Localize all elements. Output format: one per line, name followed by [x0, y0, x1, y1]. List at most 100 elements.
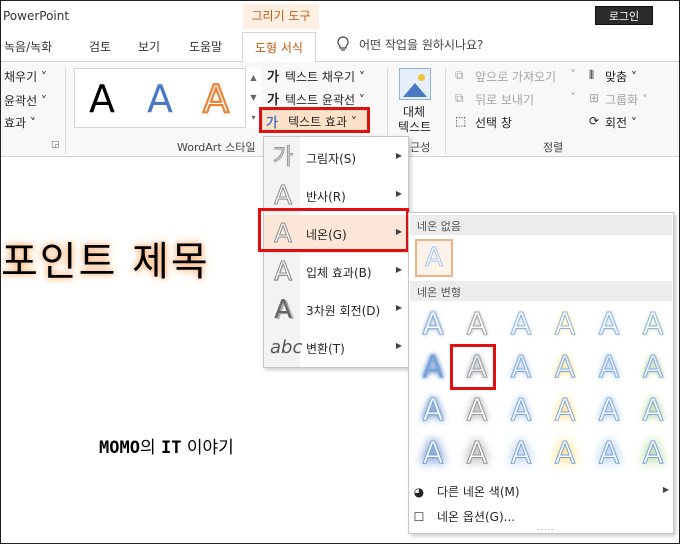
- gallery-up-icon[interactable]: ▲: [246, 68, 261, 88]
- text-fill-button[interactable]: 텍스트 채우기 ˅: [285, 68, 365, 85]
- chevron-down-icon: ˅: [570, 91, 576, 105]
- glow-variation-option[interactable]: A: [633, 436, 673, 472]
- glow-variation-option[interactable]: A: [457, 393, 497, 429]
- gallery-down-icon[interactable]: ▼: [246, 88, 261, 108]
- group-button[interactable]: 그룹화 ˅: [605, 91, 648, 108]
- glow-options-item[interactable]: ☐ 네온 옵션(G)...: [411, 508, 515, 525]
- subtitle-momo: MOMO: [99, 438, 140, 458]
- transform-icon: abc: [270, 337, 303, 358]
- glow-variation-option[interactable]: A: [501, 393, 541, 429]
- glow-variation-option[interactable]: A: [589, 393, 629, 429]
- lightbulb-icon: [337, 36, 349, 51]
- glow-variation-option[interactable]: A: [633, 307, 673, 343]
- resize-grip-icon[interactable]: .....: [537, 523, 555, 532]
- glow-variation-option[interactable]: A: [413, 393, 453, 429]
- menu-item-label: 변환(T): [306, 342, 345, 356]
- selection-pane-icon: ⬚: [455, 114, 467, 128]
- glow-variation-option[interactable]: A: [589, 436, 629, 472]
- tab-view[interactable]: 보기: [138, 38, 160, 55]
- submenu-arrow-icon: ▶: [395, 341, 402, 350]
- glow-variation-option[interactable]: A: [413, 436, 453, 472]
- shape-fill-button[interactable]: 채우기 ˅: [4, 68, 47, 85]
- align-button[interactable]: 맞춤 ˅: [605, 68, 637, 85]
- arrange-group-label: 정렬: [543, 141, 564, 154]
- tab-record[interactable]: 녹음/녹화: [4, 38, 52, 55]
- group-icon: ⊞: [589, 91, 600, 105]
- no-glow-header: 네온 없음: [410, 215, 672, 235]
- alt-text-icon: [399, 68, 431, 100]
- glow-variation-option[interactable]: A: [545, 436, 585, 472]
- shape-effects-button[interactable]: 효과 ˅: [4, 114, 36, 131]
- rotate-icon: ⟳: [589, 114, 600, 128]
- glow-variation-option[interactable]: A: [457, 307, 497, 343]
- glow-variation-option[interactable]: A: [589, 350, 629, 386]
- tab-help[interactable]: 도움말: [189, 38, 222, 55]
- text-outline-icon: 가: [267, 93, 279, 108]
- bring-forward-button[interactable]: 앞으로 가져오기: [475, 68, 556, 85]
- glow-highlight-box: [258, 208, 409, 252]
- submenu-arrow-icon: ▶: [395, 265, 402, 274]
- subtitle-it: IT: [161, 438, 182, 458]
- menu-item-bevel[interactable]: A 입체 효과(B) ▶: [264, 253, 408, 291]
- glow-variation-option[interactable]: A: [545, 350, 585, 386]
- align-icon: ⫴: [589, 68, 595, 82]
- more-glow-colors-label: 다른 네온 색(M): [437, 485, 520, 499]
- ribbon-tabs: 녹음/녹화 검토 보기 도움말 도형 서식 어떤 작업을 원하시나요?: [1, 31, 679, 63]
- rotate-button[interactable]: 회전 ˅: [605, 114, 637, 131]
- glow-variation-option[interactable]: A: [633, 350, 673, 386]
- wordart-style-blue[interactable]: A: [147, 77, 173, 121]
- menu-item-label: 3차원 회전(D): [306, 304, 381, 318]
- glow-variation-option[interactable]: A: [633, 393, 673, 429]
- glow-variation-option[interactable]: A: [457, 436, 497, 472]
- text-fill-icon: 가: [267, 70, 279, 85]
- subtitle-rest: 이야기: [181, 438, 234, 458]
- glow-options-label: 네온 옵션(G)...: [437, 510, 516, 524]
- send-backward-button[interactable]: 뒤로 보내기: [475, 91, 534, 108]
- tell-me-text: 어떤 작업을 원하시나요?: [359, 38, 484, 52]
- menu-item-label: 반사(R): [306, 190, 346, 204]
- more-glow-colors-item[interactable]: ◕ 다른 네온 색(M): [411, 483, 520, 500]
- subtitle-particle: 의: [139, 438, 161, 458]
- glow-variation-option[interactable]: A: [501, 307, 541, 343]
- shape-outline-button[interactable]: 윤곽선 ˅: [4, 92, 47, 109]
- menu-item-shadow[interactable]: 가 그림자(S) ▶: [264, 139, 408, 177]
- selection-pane-button[interactable]: 선택 창: [475, 114, 512, 131]
- menu-item-label: 입체 효과(B): [306, 266, 372, 280]
- tab-review[interactable]: 검토: [89, 38, 111, 55]
- login-button[interactable]: 로그인: [595, 6, 653, 25]
- wordart-style-orange-outline[interactable]: A: [202, 76, 230, 122]
- palette-icon: ◕: [413, 485, 425, 499]
- wordart-style-gallery[interactable]: A A A: [74, 68, 260, 128]
- tab-shape-format[interactable]: 도형 서식: [242, 32, 316, 63]
- powerpoint-window: PowerPoint 그리기 도구 로그인 녹음/녹화 검토 보기 도움말 도형…: [0, 0, 680, 544]
- menu-item-transform[interactable]: abc 변환(T) ▶: [264, 329, 408, 367]
- submenu-arrow-icon: ▶: [395, 303, 402, 312]
- bevel-icon: A: [274, 257, 293, 288]
- checkbox-icon: ☐: [413, 510, 425, 524]
- menu-item-label: 그림자(S): [306, 152, 357, 166]
- glow-variation-option[interactable]: A: [413, 307, 453, 343]
- glow-variation-option[interactable]: A: [413, 350, 453, 386]
- group-separator: [65, 68, 66, 154]
- text-effects-button[interactable]: 가 텍스트 효과 ˅: [259, 107, 370, 133]
- alt-text-label-2[interactable]: 텍스트: [398, 118, 431, 135]
- text-outline-button[interactable]: 텍스트 윤곽선 ˅: [285, 91, 365, 108]
- slide-subtitle[interactable]: MOMO의 IT 이야기: [99, 433, 234, 458]
- glow-variation-option[interactable]: A: [545, 307, 585, 343]
- accessibility-group-label: 근성: [410, 141, 431, 154]
- menu-item-3d-rotation[interactable]: A 3차원 회전(D) ▶: [264, 291, 408, 329]
- slide-title[interactable]: 포인트 제목: [1, 229, 210, 287]
- glow-variation-option[interactable]: A: [545, 393, 585, 429]
- 3d-rotation-icon: A: [274, 295, 292, 325]
- submenu-arrow-icon: ▶: [395, 189, 402, 198]
- glow-variation-option[interactable]: A: [501, 436, 541, 472]
- chevron-down-icon: ˅: [570, 68, 576, 82]
- glow-variation-option[interactable]: A: [501, 350, 541, 386]
- glow-variation-option[interactable]: A: [589, 307, 629, 343]
- dialog-launcher-icon[interactable]: ◲: [51, 140, 60, 150]
- wordart-style-black[interactable]: A: [89, 77, 115, 121]
- tell-me-search[interactable]: 어떤 작업을 원하시나요?: [337, 36, 483, 53]
- no-glow-option[interactable]: A: [415, 239, 453, 277]
- drawing-tools-context-label: 그리기 도구: [243, 4, 319, 29]
- text-effects-menu: 가 그림자(S) ▶ A 반사(R) ▶ A 네온(G) ▶ A 입체 효과(B…: [263, 136, 409, 368]
